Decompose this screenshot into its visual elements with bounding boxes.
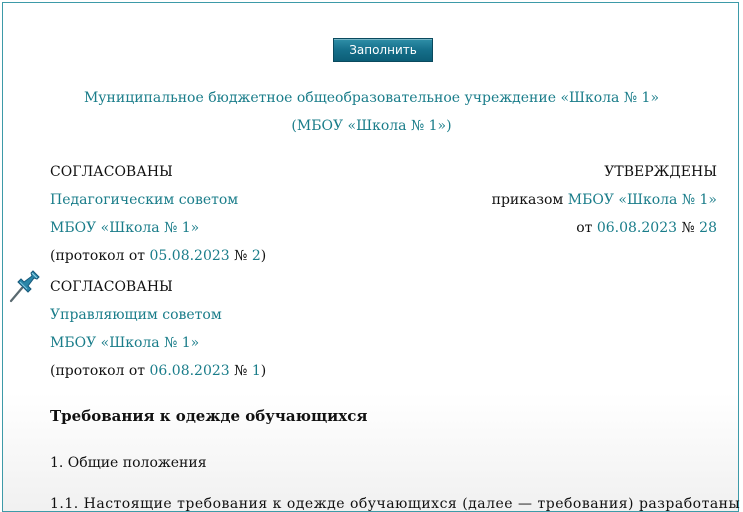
fill-button[interactable]: Заполнить xyxy=(333,38,433,62)
protocol-prefix: (протокол от xyxy=(50,248,150,264)
document-title: Требования к одежде обучающихся xyxy=(50,407,368,425)
order-prefix: приказом xyxy=(491,192,568,208)
org-full-name[interactable]: Муниципальное бюджетное общеобразователь… xyxy=(0,90,743,106)
agreed-org-2[interactable]: МБОУ «Школа № 1» xyxy=(50,335,199,351)
section-heading-1: 1. Общие положения xyxy=(50,455,207,471)
approved-order: приказом МБОУ «Школа № 1» xyxy=(492,192,717,208)
protocol-date-link-2[interactable]: 06.08.2023 xyxy=(150,363,230,379)
protocol-prefix-2: (протокол от xyxy=(50,363,150,379)
protocol-suffix-2: ) xyxy=(260,363,267,379)
agreed-org-1-link[interactable]: МБОУ «Школа № 1» xyxy=(50,220,199,236)
approved-date: от 06.08.2023 № 28 xyxy=(576,220,717,236)
protocol-number-link-2[interactable]: 1 xyxy=(252,363,261,379)
approved-date-link[interactable]: 06.08.2023 xyxy=(597,220,677,236)
agreed-protocol-2: (протокол от 06.08.2023 № 1) xyxy=(50,363,266,379)
protocol-number-sign: № xyxy=(229,248,252,264)
agreed-org-1[interactable]: МБОУ «Школа № 1» xyxy=(50,220,199,236)
approved-number-sign: № xyxy=(677,220,700,236)
protocol-number-link[interactable]: 2 xyxy=(252,248,261,264)
agreed-body-1[interactable]: Педагогическим советом xyxy=(50,192,238,208)
protocol-date-link[interactable]: 05.08.2023 xyxy=(150,248,230,264)
protocol-number-sign-2: № xyxy=(229,363,252,379)
pedagogical-council-link[interactable]: Педагогическим советом xyxy=(50,192,238,208)
pushpin-icon[interactable] xyxy=(8,268,42,304)
approved-number-link[interactable]: 28 xyxy=(699,220,717,236)
agreed-title-1: СОГЛАСОВАНЫ xyxy=(50,164,173,180)
date-prefix: от xyxy=(576,220,597,236)
approved-org-link[interactable]: МБОУ «Школа № 1» xyxy=(568,192,717,208)
agreed-org-2-link[interactable]: МБОУ «Школа № 1» xyxy=(50,335,199,351)
org-short-name[interactable]: (МБОУ «Школа № 1») xyxy=(0,118,743,134)
agreed-title-2: СОГЛАСОВАНЫ xyxy=(50,279,173,295)
approved-title: УТВЕРЖДЕНЫ xyxy=(604,164,717,180)
agreed-body-2[interactable]: Управляющим советом xyxy=(50,307,222,323)
agreed-protocol-1: (протокол от 05.08.2023 № 2) xyxy=(50,248,266,264)
paragraph-1-1: 1.1. Настоящие требования к одежде обуча… xyxy=(50,496,741,512)
protocol-suffix: ) xyxy=(260,248,267,264)
governing-council-link[interactable]: Управляющим советом xyxy=(50,307,222,323)
